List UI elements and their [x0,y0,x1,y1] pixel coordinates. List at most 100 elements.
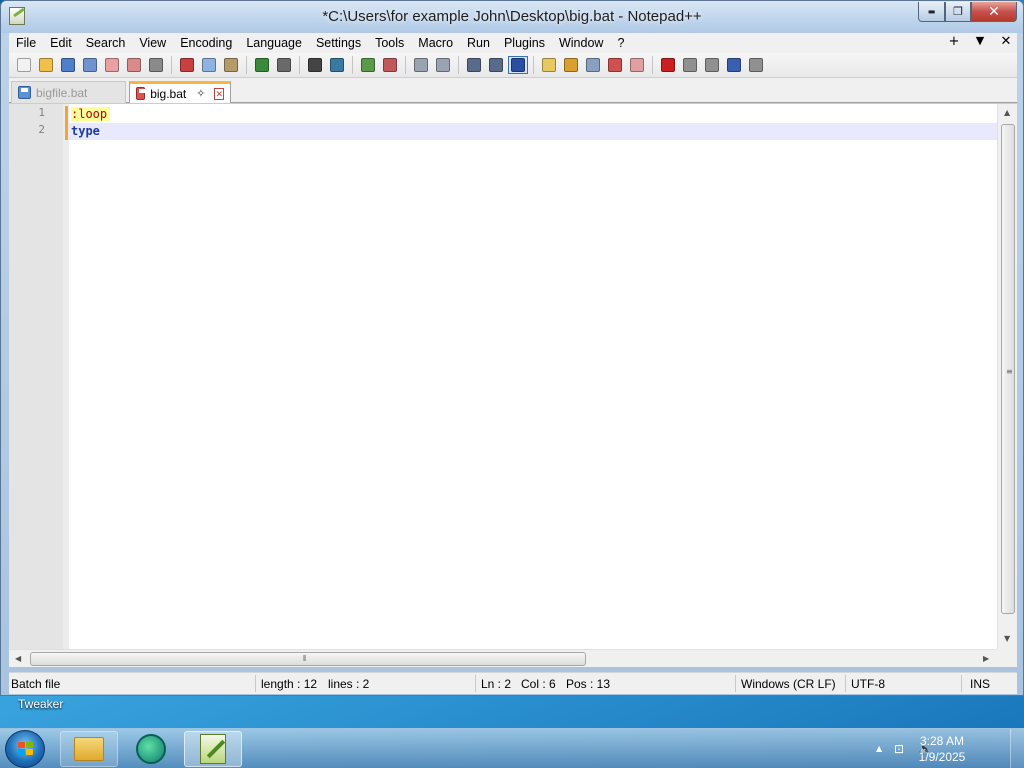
macro-start-recording-button[interactable] [658,56,678,74]
replace-button[interactable] [327,56,347,74]
taskbar-edge-browser[interactable] [122,731,180,767]
toolbar-separator [652,56,653,74]
scroll-left-icon[interactable]: ◀ [15,654,21,663]
notepadpp-icon [200,734,226,764]
menu-help[interactable]: ? [610,36,631,50]
menu-macro[interactable]: Macro [411,36,460,50]
menu-plugins[interactable]: Plugins [497,36,552,50]
save-all-button[interactable] [80,56,100,74]
print-button[interactable] [146,56,166,74]
tab-bigfile-bat[interactable]: bigfile.bat [11,81,126,103]
redo-button[interactable] [274,56,294,74]
menu-language[interactable]: Language [239,36,309,50]
copy-button[interactable] [199,56,219,74]
status-insert-mode[interactable]: INS [970,677,990,691]
maximize-button[interactable]: ❐ [945,2,971,22]
new-tab-icon[interactable]: + [947,34,961,49]
menu-window[interactable]: Window [552,36,610,50]
menu-run[interactable]: Run [460,36,497,50]
horizontal-scroll-thumb[interactable]: ⦀ [30,652,586,666]
toolbar [9,53,1017,77]
show-desktop-button[interactable] [1010,729,1024,768]
clock[interactable]: 3:28 AM 1/9/2025 [912,733,972,765]
status-divider [735,675,736,692]
grip-icon: ≡ [1006,367,1013,376]
vertical-scroll-thumb[interactable]: ≡ [1001,124,1015,614]
indent-guide-button[interactable] [508,56,528,74]
paste-button[interactable] [221,56,241,74]
menu-view[interactable]: View [132,36,173,50]
monitoring-button[interactable] [627,56,647,74]
status-encoding[interactable]: UTF-8 [851,677,885,691]
save-button[interactable] [58,56,78,74]
user-defined-language-icon [542,58,556,72]
macro-stop-recording-button[interactable] [680,56,700,74]
sync-horizontal-icon [436,58,450,72]
zoom-in-icon [361,58,375,72]
status-length: length : 12 [261,677,318,691]
macro-save-button[interactable] [746,56,766,74]
close-button[interactable]: ✕ [971,2,1017,22]
cut-button[interactable] [177,56,197,74]
batch-keyword-token: type [71,124,100,138]
save-icon [61,58,75,72]
find-button[interactable] [305,56,325,74]
replace-icon [330,58,344,72]
tab-bar: bigfile.bat big.bat ✧ ✕ [9,78,1017,103]
scroll-up-icon[interactable]: ▲ [1004,108,1010,117]
close-all-button[interactable] [124,56,144,74]
line-number-margin[interactable]: 1 2 [9,104,69,649]
pin-icon[interactable]: ✧ [196,87,205,100]
editor[interactable]: 1 2 :loop type ▲ ≡ ▼ ◀ ⦀ ▶ [9,104,1017,667]
zoom-in-button[interactable] [358,56,378,74]
code-line[interactable]: :loop [65,106,997,123]
desktop-icon-label[interactable]: Tweaker [18,697,63,711]
folder-as-workspace-button[interactable] [605,56,625,74]
show-all-characters-button[interactable] [486,56,506,74]
menu-search[interactable]: Search [79,36,133,50]
tab-list-dropdown-icon[interactable]: ▼ [973,34,987,49]
text-area[interactable]: :loop type [65,104,997,649]
menu-tools[interactable]: Tools [368,36,411,50]
start-button[interactable] [5,730,45,768]
sync-vertical-button[interactable] [411,56,431,74]
taskbar-notepadpp[interactable] [184,731,242,767]
status-eol[interactable]: Windows (CR LF) [741,677,836,691]
horizontal-scrollbar[interactable]: ◀ ⦀ ▶ [9,649,997,667]
new-file-button[interactable] [14,56,34,74]
redo-icon [277,58,291,72]
word-wrap-button[interactable] [464,56,484,74]
scroll-right-icon[interactable]: ▶ [983,654,989,663]
open-file-button[interactable] [36,56,56,74]
network-icon[interactable]: ⊡ [894,742,904,756]
macro-playback-button[interactable] [702,56,722,74]
menu-settings[interactable]: Settings [309,36,368,50]
user-defined-language-button[interactable] [539,56,559,74]
menu-encoding[interactable]: Encoding [173,36,239,50]
minimize-button[interactable]: ▬ [918,2,945,22]
close-document-icon[interactable]: ✕ [999,34,1013,49]
status-column: Col : 6 [521,677,556,691]
new-file-icon [17,58,31,72]
vertical-scrollbar[interactable]: ▲ ≡ ▼ [997,104,1017,649]
macro-run-multiple-button[interactable] [724,56,744,74]
sync-horizontal-button[interactable] [433,56,453,74]
document-map-button[interactable] [561,56,581,74]
zoom-out-button[interactable] [380,56,400,74]
notepadpp-window: *C:\Users\for example John\Desktop\big.b… [0,0,1024,696]
scroll-down-icon[interactable]: ▼ [1004,634,1010,643]
toolbar-separator [458,56,459,74]
undo-button[interactable] [252,56,272,74]
menu-edit[interactable]: Edit [43,36,79,50]
function-list-button[interactable] [583,56,603,74]
show-hidden-icons-icon[interactable]: ▲ [876,744,882,753]
code-line-current[interactable]: type [65,123,997,140]
close-button[interactable] [102,56,122,74]
menu-file[interactable]: File [9,36,43,50]
title-bar[interactable]: *C:\Users\for example John\Desktop\big.b… [1,1,1023,33]
tab-close-icon[interactable]: ✕ [214,87,224,100]
taskbar-file-explorer[interactable] [60,731,118,767]
tab-big-bat[interactable]: big.bat ✧ ✕ [129,81,231,103]
edge-browser-icon [136,734,166,764]
toolbar-separator [299,56,300,74]
